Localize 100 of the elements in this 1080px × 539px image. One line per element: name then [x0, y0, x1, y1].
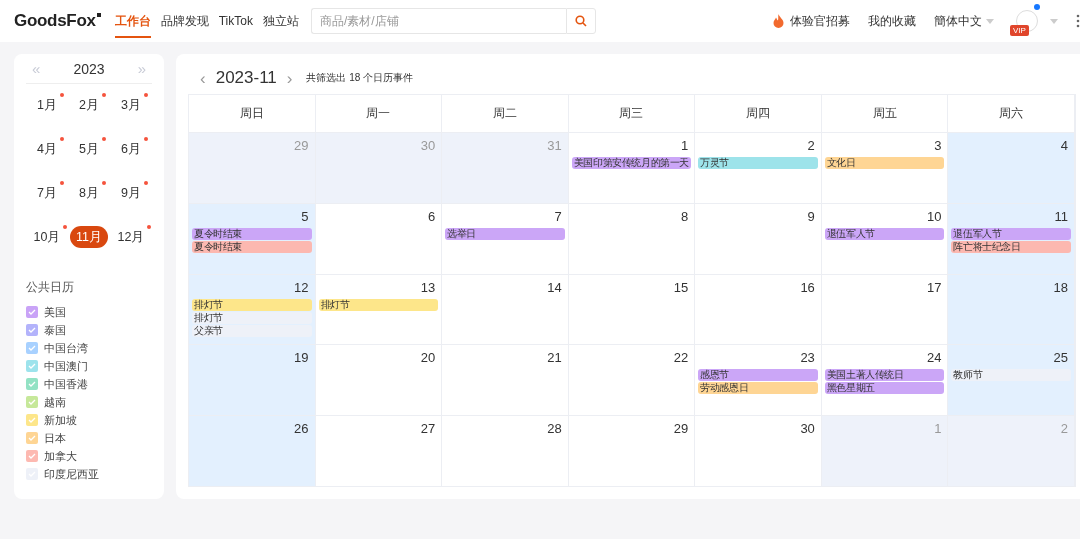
- day-cell[interactable]: 14: [442, 273, 569, 345]
- event-label[interactable]: 退伍军人节: [824, 227, 945, 240]
- day-cell[interactable]: 27: [315, 415, 443, 486]
- month-button[interactable]: 12月: [111, 226, 151, 248]
- day-number: 30: [799, 420, 816, 439]
- event-label[interactable]: 美国印第安传统月的第一天: [571, 157, 692, 169]
- checkbox[interactable]: [26, 306, 38, 318]
- month-button[interactable]: 3月: [115, 94, 147, 116]
- month-button[interactable]: 5月: [73, 138, 105, 160]
- checkbox[interactable]: [26, 396, 38, 408]
- calendar-label: 新加坡: [44, 412, 77, 428]
- checkbox[interactable]: [26, 324, 38, 336]
- event-label[interactable]: 劳动感恩日: [698, 382, 818, 395]
- nav-tab[interactable]: TikTok: [218, 6, 253, 36]
- day-cell[interactable]: 12 排灯节 排灯节 父亲节: [189, 273, 316, 345]
- event-label[interactable]: 夏令时结束: [192, 227, 312, 240]
- event-label[interactable]: 排灯节: [318, 298, 439, 311]
- day-cell[interactable]: 20: [315, 344, 443, 416]
- month-button[interactable]: 4月: [31, 138, 63, 160]
- day-cell[interactable]: 17: [821, 273, 949, 345]
- day-cell[interactable]: 19: [189, 344, 316, 416]
- more-icon[interactable]: [1076, 14, 1080, 28]
- day-number: 20: [419, 349, 437, 368]
- day-number: 31: [546, 137, 563, 155]
- checkbox[interactable]: [26, 378, 38, 390]
- month-button[interactable]: 1月: [31, 94, 63, 116]
- day-cell[interactable]: 15: [568, 273, 696, 345]
- day-number: 26: [293, 420, 310, 439]
- event-label[interactable]: 美国土著人传统日: [824, 369, 945, 382]
- day-cell[interactable]: 23 感恩节 劳动感恩日: [695, 344, 822, 416]
- day-cell[interactable]: 2 万灵节: [695, 132, 822, 203]
- month-button[interactable]: 11月: [70, 226, 108, 248]
- search-field[interactable]: 商品/素材/店铺: [310, 8, 566, 34]
- checkbox[interactable]: [26, 414, 38, 426]
- day-number: 19: [293, 349, 310, 368]
- checkbox[interactable]: [26, 342, 38, 354]
- logo[interactable]: GoodsFox: [14, 11, 101, 31]
- month-button[interactable]: 7月: [31, 182, 63, 204]
- month-title: 2023-11: [215, 68, 277, 88]
- day-cell[interactable]: 16: [695, 273, 822, 345]
- day-cell[interactable]: 4: [948, 132, 1075, 203]
- day-cell[interactable]: 22: [568, 344, 696, 416]
- month-button[interactable]: 6月: [115, 138, 147, 160]
- day-cell[interactable]: 3 文化日: [821, 132, 949, 203]
- day-cell[interactable]: 25 教师节: [948, 344, 1075, 416]
- month-button[interactable]: 8月: [73, 182, 105, 204]
- event-label[interactable]: 文化日: [824, 157, 945, 169]
- day-number: 9: [806, 207, 816, 226]
- day-cell[interactable]: 21: [442, 344, 569, 416]
- calendar-label: 中国台湾: [44, 340, 88, 356]
- day-cell[interactable]: 9: [695, 202, 822, 274]
- event-label[interactable]: 父亲节: [192, 324, 312, 337]
- day-number: 12: [293, 278, 310, 297]
- event-label[interactable]: 教师节: [951, 369, 1071, 382]
- day-number: 30: [419, 137, 437, 155]
- month-button[interactable]: 9月: [115, 182, 147, 204]
- check-icon: [28, 453, 36, 459]
- day-cell[interactable]: 10 退伍军人节: [821, 202, 949, 274]
- nav-tab[interactable]: 工作台: [114, 4, 151, 38]
- nav-tab[interactable]: 品牌发现: [160, 4, 209, 38]
- day-cell[interactable]: 11 退伍军人节 阵亡将士纪念日: [948, 202, 1075, 274]
- check-icon: [28, 417, 36, 423]
- event-label[interactable]: 选举日: [445, 227, 565, 240]
- header-link[interactable]: 我的收藏: [868, 12, 916, 30]
- day-cell[interactable]: 24 美国土著人传统日 黑色星期五: [821, 344, 949, 416]
- event-label[interactable]: 感恩节: [698, 369, 818, 382]
- month-button[interactable]: 10月: [27, 226, 67, 248]
- event-label[interactable]: 万灵节: [698, 157, 818, 169]
- event-label[interactable]: 退伍军人节: [951, 227, 1071, 240]
- day-cell[interactable]: 29: [568, 415, 696, 486]
- event-label[interactable]: 排灯节: [192, 298, 312, 311]
- calendar-label: 加拿大: [44, 448, 77, 464]
- calendar-label: 中国澳门: [44, 358, 88, 374]
- event-label[interactable]: 排灯节: [192, 311, 312, 324]
- day-cell[interactable]: 1 美国印第安传统月的第一天: [568, 132, 696, 203]
- vip-badge: VIP: [1010, 25, 1029, 36]
- day-cell[interactable]: 5 夏令时结束 夏令时结束: [189, 202, 316, 274]
- month-button[interactable]: 2月: [73, 94, 105, 116]
- event-label[interactable]: 黑色星期五: [824, 382, 945, 395]
- day-cell[interactable]: 13 排灯节: [315, 273, 443, 345]
- language-select[interactable]: 簡体中文: [934, 12, 994, 30]
- check-icon: [28, 399, 36, 405]
- check-icon: [28, 435, 36, 441]
- checkbox[interactable]: [26, 450, 38, 462]
- day-number: 25: [1052, 349, 1069, 368]
- check-icon: [28, 345, 36, 351]
- checkbox[interactable]: [26, 360, 38, 372]
- day-cell[interactable]: 6: [315, 202, 443, 274]
- day-cell[interactable]: 26: [189, 415, 316, 486]
- nav-tab[interactable]: 独立站: [262, 4, 299, 38]
- day-cell[interactable]: 7 选举日: [442, 202, 569, 274]
- day-cell[interactable]: 8: [568, 202, 696, 274]
- day-cell[interactable]: 28: [442, 415, 569, 486]
- event-label[interactable]: 夏令时结束: [192, 240, 312, 253]
- day-cell[interactable]: 30: [695, 415, 822, 486]
- header-link[interactable]: 体验官招募: [773, 12, 850, 30]
- day-cell[interactable]: 18: [948, 273, 1075, 345]
- event-label[interactable]: 阵亡将士纪念日: [951, 240, 1071, 253]
- search-button[interactable]: [565, 8, 596, 34]
- checkbox[interactable]: [26, 432, 38, 444]
